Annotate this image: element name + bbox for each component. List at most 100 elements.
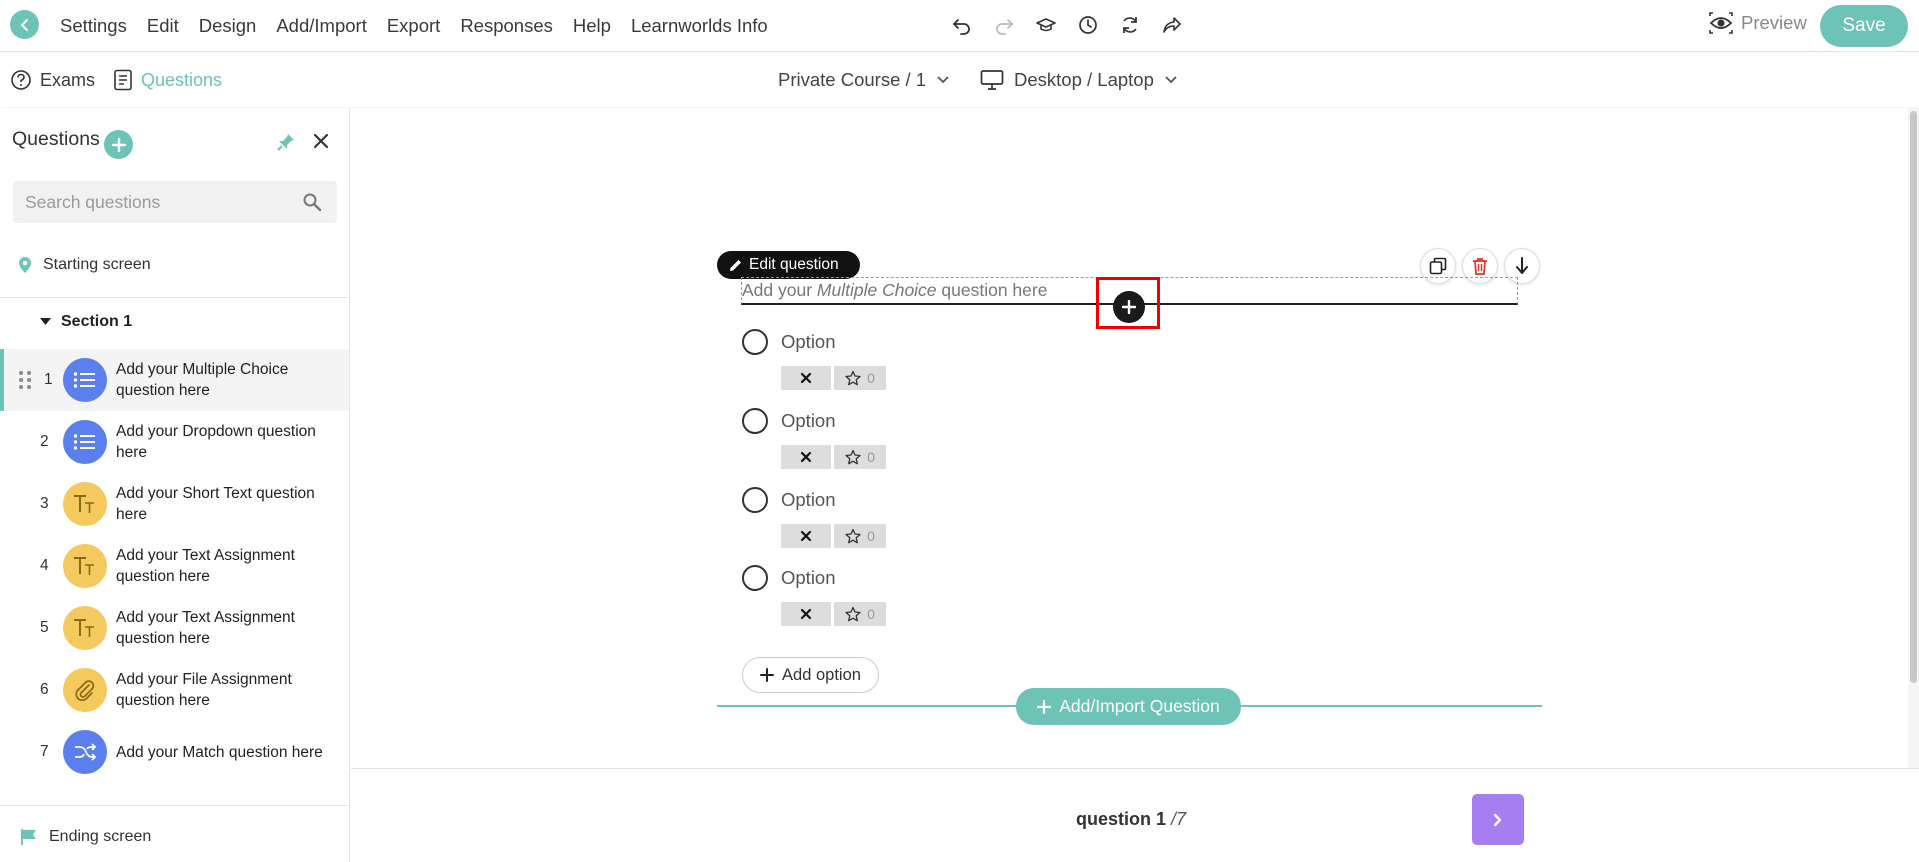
top-toolbar: Settings Edit Design Add/Import Export R…: [0, 0, 1919, 52]
pager-footer: question 1 /7: [351, 768, 1919, 862]
help-circle-icon: [11, 70, 31, 90]
question-label: Add your Short Text question here: [116, 485, 315, 523]
option-score-value: 0: [867, 449, 875, 465]
course-select-value: Private Course / 1: [778, 69, 927, 90]
editor-canvas: [351, 108, 1909, 768]
history-tools: [950, 12, 1184, 38]
share-button[interactable]: [1160, 12, 1184, 38]
preview-button[interactable]: Preview: [1709, 12, 1807, 34]
caret-down-icon: [40, 318, 51, 325]
list-item[interactable]: 7 Add your Match question here: [0, 721, 349, 783]
option-score-value: 0: [867, 606, 875, 622]
option-score[interactable]: 0: [834, 602, 886, 626]
list-item[interactable]: 4 Add your Text Assignment question here: [0, 535, 349, 597]
counter-total: /7: [1171, 809, 1187, 829]
option-label[interactable]: Option: [781, 331, 836, 353]
list-item[interactable]: 5 Add your Text Assignment question here: [0, 597, 349, 659]
scrollbar-thumb[interactable]: [1910, 111, 1917, 683]
device-select[interactable]: Desktop / Laptop: [980, 53, 1178, 107]
remove-option-button[interactable]: [781, 602, 831, 626]
option-score[interactable]: 0: [834, 524, 886, 548]
search-icon: [302, 192, 322, 217]
list-item[interactable]: 6 Add your File Assignment question here: [0, 659, 349, 721]
menu-edit[interactable]: Edit: [147, 15, 179, 37]
option-radio[interactable]: [742, 487, 768, 513]
location-pin-icon: [19, 257, 31, 273]
chevron-right-icon: [1493, 813, 1502, 826]
option-label[interactable]: Option: [781, 489, 836, 511]
tab-exams[interactable]: Exams: [10, 53, 95, 107]
option-score-value: 0: [867, 528, 875, 544]
option-radio[interactable]: [742, 565, 768, 591]
menu-learnworlds-info[interactable]: Learnworlds Info: [631, 15, 768, 37]
section-header[interactable]: Section 1: [40, 313, 132, 331]
menu-help[interactable]: Help: [573, 15, 611, 37]
option-label[interactable]: Option: [781, 567, 836, 589]
option-radio[interactable]: [742, 329, 768, 355]
arrow-down-icon: [1516, 257, 1528, 274]
next-question-button[interactable]: [1472, 794, 1524, 845]
option-score[interactable]: 0: [834, 366, 886, 390]
add-question-button[interactable]: [104, 130, 133, 159]
text-icon: [63, 482, 107, 526]
counter-word: question: [1076, 809, 1151, 829]
question-number: 4: [40, 557, 49, 574]
add-option-button[interactable]: Add option: [742, 657, 879, 693]
starting-screen-item[interactable]: Starting screen: [18, 256, 151, 274]
pencil-icon: [730, 260, 741, 271]
question-text-prefix: Add your: [742, 280, 817, 300]
undo-button[interactable]: [950, 12, 974, 38]
main-menu: Settings Edit Design Add/Import Export R…: [60, 0, 768, 52]
question-number: 3: [40, 495, 49, 512]
menu-design[interactable]: Design: [199, 15, 257, 37]
chevron-down-icon: [1165, 76, 1177, 84]
list-icon: [63, 358, 107, 402]
history-button[interactable]: [1076, 12, 1100, 38]
monitor-icon: [980, 70, 1004, 90]
option-score[interactable]: 0: [834, 445, 886, 469]
shuffle-icon: [63, 730, 107, 774]
list-item[interactable]: 3 Add your Short Text question here: [0, 473, 349, 535]
preview-label: Preview: [1741, 12, 1807, 33]
question-label: Add your Text Assignment question here: [116, 609, 295, 647]
edit-question-button[interactable]: Edit question: [717, 251, 860, 279]
question-label: Add your File Assignment question here: [116, 671, 292, 709]
menu-settings[interactable]: Settings: [60, 15, 127, 37]
question-number: 2: [40, 433, 49, 450]
option-radio[interactable]: [742, 408, 768, 434]
search-questions-input[interactable]: [13, 181, 337, 223]
ending-screen-item[interactable]: Ending screen: [20, 828, 151, 846]
pin-sidebar-button[interactable]: [276, 132, 296, 157]
remove-option-button[interactable]: [781, 366, 831, 390]
close-sidebar-button[interactable]: [312, 132, 330, 155]
list-item[interactable]: 1 Add your Multiple Choice question here: [0, 349, 349, 411]
list-item[interactable]: 2 Add your Dropdown question here: [0, 411, 349, 473]
option-label[interactable]: Option: [781, 410, 836, 432]
remove-option-button[interactable]: [781, 445, 831, 469]
option-row: Option 0: [742, 565, 942, 633]
refresh-button[interactable]: [1118, 12, 1142, 38]
add-option-label: Add option: [782, 665, 861, 684]
question-label: Add your Text Assignment question here: [116, 547, 295, 585]
tab-questions[interactable]: Questions: [113, 53, 222, 107]
drag-handle-icon[interactable]: [18, 369, 32, 391]
menu-export[interactable]: Export: [387, 15, 440, 37]
add-import-question-button[interactable]: Add/Import Question: [1016, 688, 1241, 725]
divider: [0, 297, 350, 298]
back-button[interactable]: [10, 10, 39, 39]
menu-responses[interactable]: Responses: [460, 15, 553, 37]
course-select[interactable]: Private Course / 1: [778, 53, 950, 107]
eye-icon: [1709, 12, 1733, 34]
save-button[interactable]: Save: [1820, 5, 1908, 47]
redo-button[interactable]: [992, 12, 1016, 38]
course-button[interactable]: [1034, 12, 1058, 38]
question-text[interactable]: Add your Multiple Choice question here: [742, 280, 1047, 301]
scrollbar[interactable]: [1908, 108, 1919, 768]
star-icon: [845, 606, 861, 622]
question-number: 7: [40, 743, 49, 760]
menu-add-import[interactable]: Add/Import: [276, 15, 367, 37]
flag-icon: [21, 829, 36, 845]
tab-exams-label: Exams: [40, 69, 96, 90]
text-icon: [63, 606, 107, 650]
remove-option-button[interactable]: [781, 524, 831, 548]
